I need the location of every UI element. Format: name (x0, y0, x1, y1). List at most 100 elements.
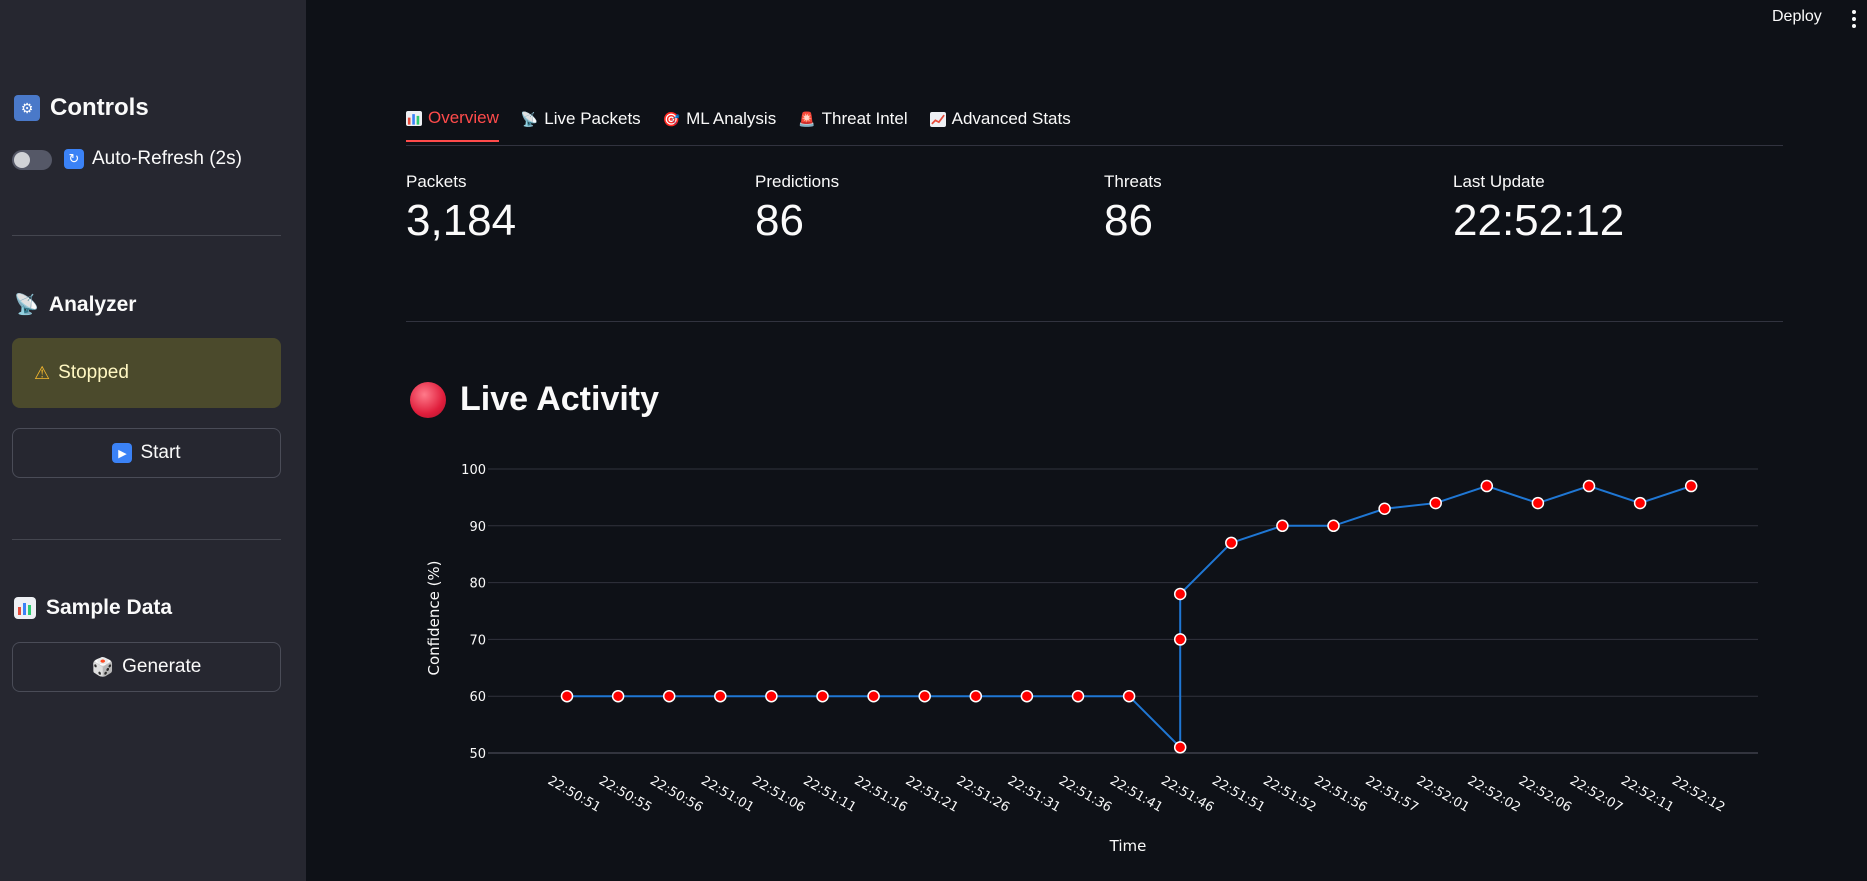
metric-value: 86 (1104, 196, 1153, 245)
generate-button[interactable]: 🎲 Generate (12, 642, 281, 692)
y-axis-label: Confidence (%) (425, 560, 443, 675)
auto-refresh-toggle[interactable] (12, 150, 52, 170)
metric-label: Packets (406, 172, 467, 191)
data-point[interactable] (1531, 496, 1545, 510)
data-point[interactable] (1378, 502, 1391, 516)
deploy-button[interactable]: Deploy (1772, 8, 1822, 26)
live-activity-title: Live Activity (460, 380, 660, 418)
bar-chart-icon (406, 110, 422, 126)
analyzer-status-alert: ⚠ Stopped (12, 338, 281, 408)
y-tick-label: 80 (469, 577, 486, 592)
tab-live-packets[interactable]: 📡 Live Packets (521, 108, 641, 142)
x-tick-label: 22:51:46 (1158, 773, 1216, 815)
live-activity-chart[interactable]: 5060708090100 22:50:5122:50:5522:50:5622… (410, 440, 1810, 860)
tab-bar-divider (406, 145, 1783, 146)
tab-ml-analysis[interactable]: 🎯 ML Analysis (663, 108, 777, 142)
data-point[interactable] (714, 689, 727, 703)
data-point[interactable] (1480, 479, 1494, 493)
data-point[interactable] (1582, 479, 1596, 493)
analyzer-heading: 📡 Analyzer (14, 292, 136, 317)
x-tick-label: 22:52:01 (1414, 773, 1472, 815)
data-point[interactable] (560, 689, 574, 703)
x-tick-label: 22:50:56 (647, 773, 705, 815)
data-point[interactable] (1173, 587, 1187, 601)
data-point[interactable] (1173, 633, 1187, 646)
tab-advanced-stats[interactable]: Advanced Stats (929, 108, 1071, 142)
x-tick-label: 22:51:01 (698, 773, 756, 815)
target-icon: 🎯 (662, 110, 681, 127)
tab-threat-intel[interactable]: 🚨 Threat Intel (798, 108, 907, 142)
analyzer-status-text: Stopped (58, 362, 129, 383)
data-point[interactable] (918, 689, 931, 703)
bar-chart-icon (14, 597, 36, 619)
start-button[interactable]: ▶ Start (12, 428, 281, 478)
x-tick-label: 22:51:31 (1005, 773, 1063, 815)
x-tick-label: 22:52:07 (1567, 773, 1625, 815)
generate-button-label: Generate (122, 656, 202, 677)
data-point[interactable] (867, 689, 880, 703)
data-point[interactable] (816, 689, 829, 703)
metric-label: Last Update (1453, 172, 1545, 191)
tab-label: Live Packets (544, 109, 641, 128)
dice-icon: 🎲 (91, 656, 115, 677)
auto-refresh-text: Auto-Refresh (2s) (92, 148, 242, 169)
metric-value: 22:52:12 (1453, 196, 1625, 245)
y-tick-label: 60 (469, 690, 486, 705)
data-point[interactable] (1020, 689, 1034, 703)
data-point[interactable] (969, 689, 983, 703)
data-point[interactable] (611, 689, 625, 703)
data-point[interactable] (1276, 519, 1289, 533)
data-point[interactable] (1173, 741, 1187, 754)
live-activity-heading: Live Activity (410, 380, 659, 419)
data-point[interactable] (1429, 496, 1442, 510)
metric-value: 3,184 (406, 196, 517, 245)
data-point[interactable] (1633, 496, 1647, 510)
sidebar: ⚙ Controls ↻ Auto-Refresh (2s) 📡 Analyze… (0, 0, 306, 881)
confidence-series-line (567, 484, 1692, 750)
sample-data-heading-text: Sample Data (46, 596, 173, 619)
metric-predictions: Predictions 86 (755, 172, 839, 246)
tab-label: Overview (428, 108, 499, 127)
controls-heading-text: Controls (50, 94, 149, 121)
metric-last-update: Last Update 22:52:12 (1453, 172, 1624, 246)
satellite-icon: 📡 (14, 294, 39, 316)
x-tick-label: 22:51:57 (1363, 773, 1421, 815)
metric-threats: Threats 86 (1104, 172, 1162, 246)
play-icon: ▶ (112, 443, 133, 463)
x-tick-label: 22:51:26 (954, 773, 1012, 815)
x-tick-label: 22:50:51 (545, 773, 603, 815)
x-tick-label: 22:51:41 (1107, 773, 1165, 815)
x-tick-label: 22:52:02 (1465, 773, 1523, 815)
y-tick-label: 50 (469, 747, 486, 762)
data-point[interactable] (662, 689, 676, 703)
tab-overview[interactable]: Overview (406, 108, 499, 142)
sidebar-divider (12, 539, 281, 540)
data-point[interactable] (1684, 479, 1698, 493)
tab-label: ML Analysis (686, 109, 777, 128)
sample-data-heading: Sample Data (14, 596, 172, 620)
x-tick-label: 22:51:56 (1312, 773, 1370, 815)
data-point[interactable] (1071, 689, 1085, 703)
x-tick-label: 22:52:11 (1618, 773, 1676, 815)
x-tick-label: 22:51:36 (1056, 773, 1114, 815)
x-tick-label: 22:52:06 (1516, 773, 1574, 815)
data-point[interactable] (765, 689, 778, 703)
tab-label: Threat Intel (821, 109, 908, 128)
x-tick-label: 22:51:11 (801, 773, 859, 815)
y-tick-label: 70 (469, 633, 486, 648)
data-point[interactable] (1327, 519, 1340, 533)
x-tick-label: 22:51:51 (1209, 773, 1267, 815)
data-point[interactable] (1122, 689, 1136, 703)
analyzer-heading-text: Analyzer (48, 292, 137, 316)
sidebar-divider (12, 235, 281, 236)
data-point[interactable] (1225, 536, 1238, 550)
main-menu-icon[interactable] (1851, 10, 1857, 28)
chart-increasing-icon (929, 111, 946, 127)
x-tick-label: 22:52:12 (1669, 773, 1727, 815)
x-axis-label: Time (1109, 837, 1147, 855)
x-tick-label: 22:51:52 (1260, 773, 1318, 815)
y-tick-label: 100 (461, 463, 486, 478)
metric-label: Predictions (755, 172, 840, 191)
tab-bar: Overview 📡 Live Packets 🎯 ML Analysis 🚨 … (406, 108, 1093, 142)
controls-heading: ⚙ Controls (14, 94, 149, 122)
